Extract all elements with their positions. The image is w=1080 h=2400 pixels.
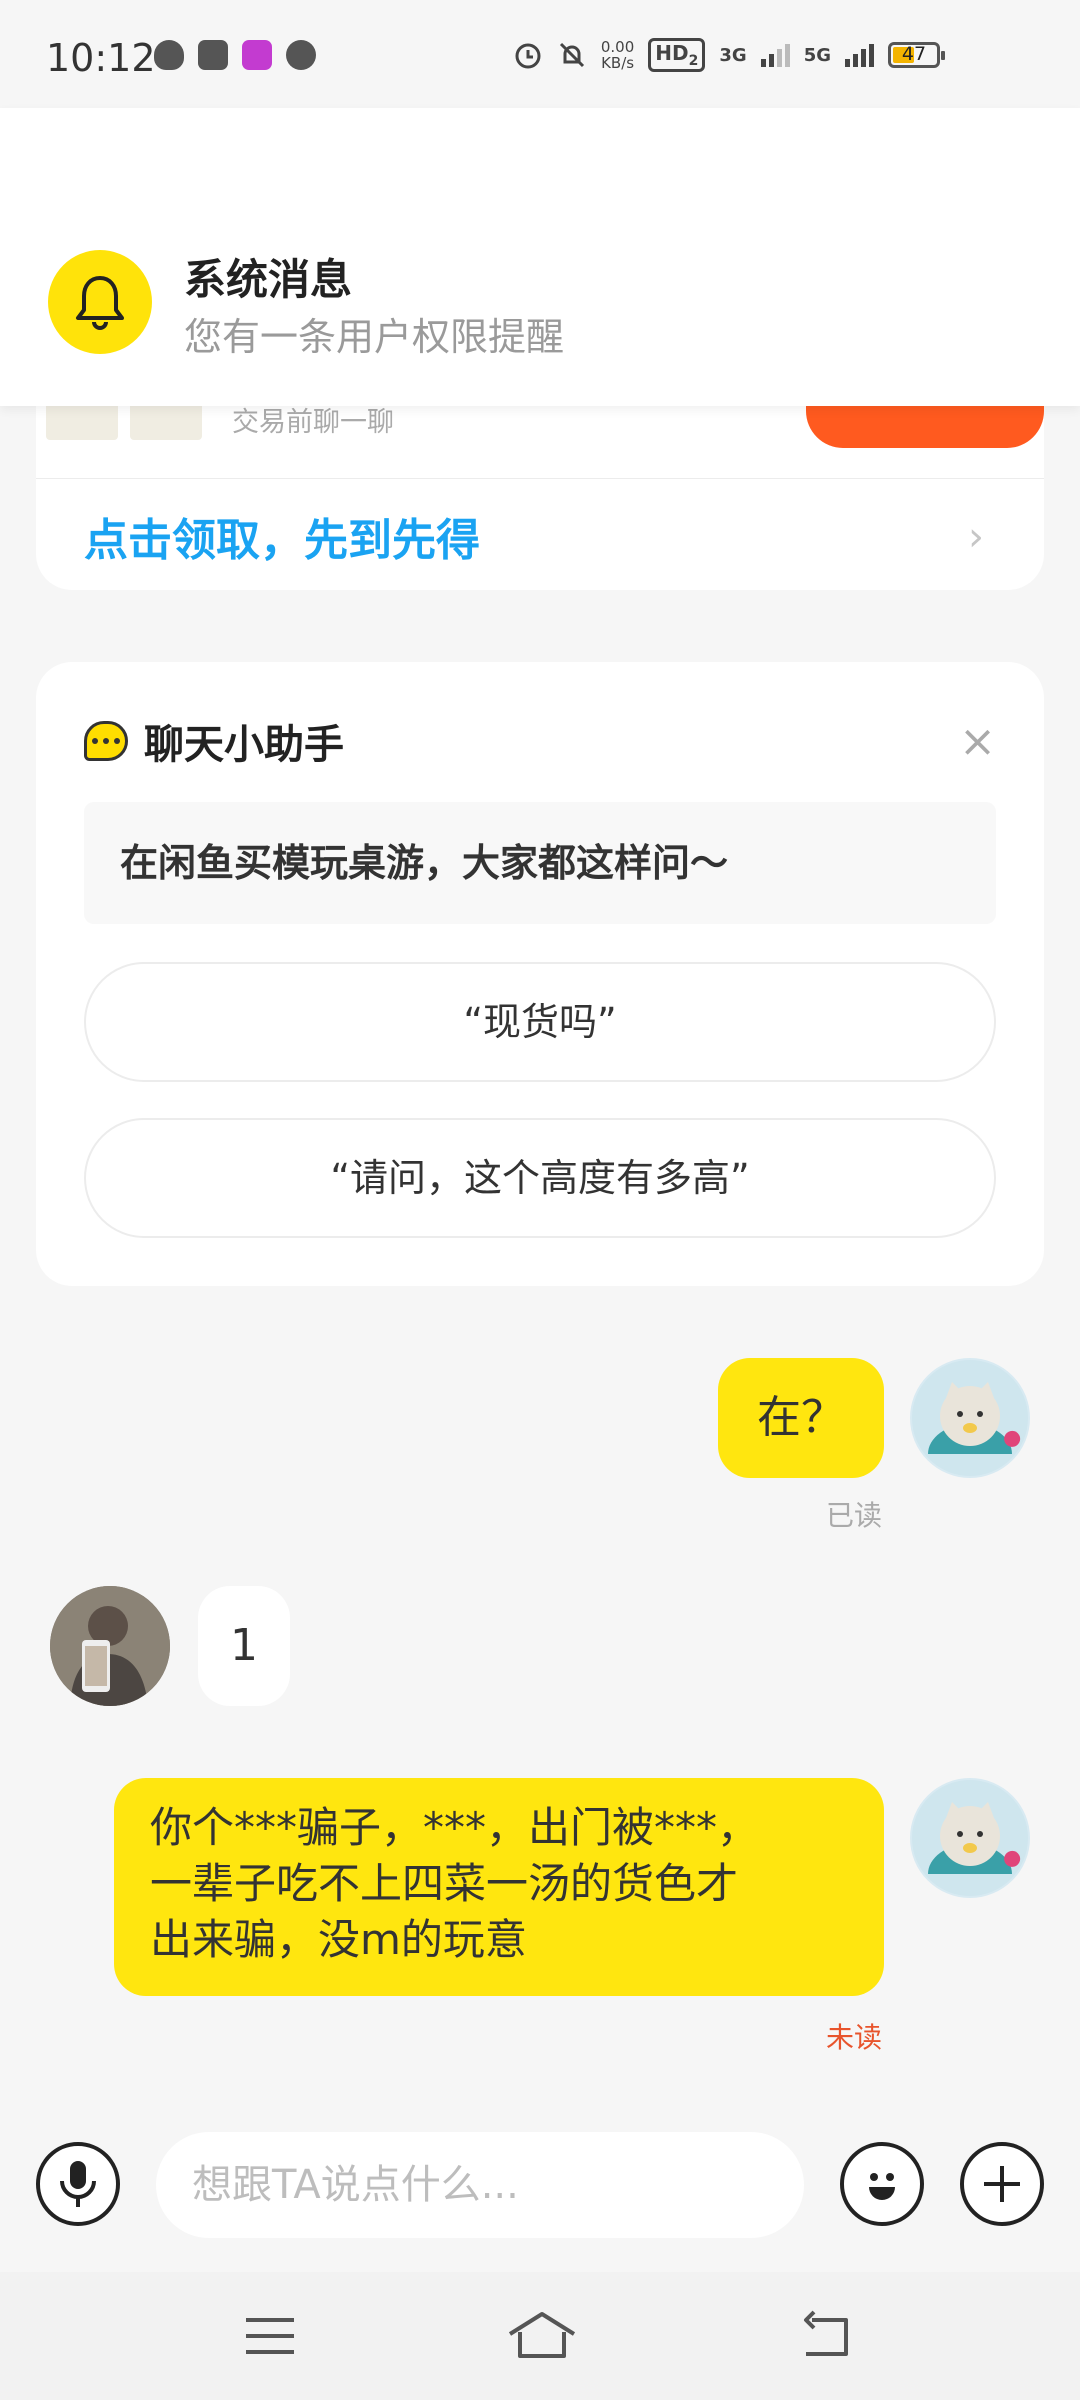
suggestion-chip[interactable]: “请问，这个高度有多高”: [84, 1118, 996, 1238]
status-time: 10:12: [46, 36, 156, 80]
suggestion-chip[interactable]: “现货吗”: [84, 962, 996, 1082]
chevron-right-icon[interactable]: ›: [968, 514, 984, 560]
chat-helper-card: 聊天小助手 × 在闲鱼买模玩桌游，大家都这样问～ “现货吗” “请问，这个高度有…: [36, 662, 1044, 1286]
chat-icon: [286, 40, 316, 70]
notification-icons: [154, 40, 316, 70]
chat-bubble-icon: [84, 721, 128, 761]
message-line: 一辈子吃不上四菜一汤的货色才: [150, 1859, 739, 1908]
message-line: 出来骗，没m的玩意: [150, 1915, 527, 1964]
home-icon[interactable]: [506, 2306, 578, 2366]
qq-icon: [154, 40, 184, 70]
message-line: 你个***骗子，***，出门被***，: [150, 1803, 760, 1852]
message-app-icon: [198, 40, 228, 70]
microphone-icon: [60, 2161, 96, 2207]
bell-icon: [48, 250, 152, 354]
avatar[interactable]: [910, 1778, 1030, 1898]
message-bubble-self[interactable]: 在？: [718, 1358, 884, 1478]
message-bubble-other[interactable]: 1: [198, 1586, 290, 1706]
user-avatar-icon: [50, 1586, 170, 1706]
cat-avatar-icon: [912, 1360, 1028, 1476]
menu-icon[interactable]: [240, 2306, 300, 2366]
signal-bars-1: [760, 43, 790, 67]
item-thumbnail[interactable]: [46, 400, 118, 440]
message-composer: 想跟TA说点什么...: [0, 2100, 1080, 2270]
emoji-button[interactable]: [840, 2142, 924, 2226]
battery-level: 47: [901, 43, 927, 65]
divider: [36, 478, 1044, 479]
emoji-icon: [869, 2173, 895, 2200]
game-app-icon: [242, 40, 272, 70]
close-icon[interactable]: ×: [959, 716, 996, 767]
helper-header: 聊天小助手: [84, 712, 344, 770]
hd-badge: HD2: [648, 38, 706, 72]
cat-avatar-icon: [912, 1780, 1028, 1896]
system-nav-bar: [0, 2272, 1080, 2400]
more-button[interactable]: [960, 2142, 1044, 2226]
net-speed-unit: KB/s: [601, 54, 635, 72]
alarm-icon: [515, 43, 541, 69]
message-bubble-self[interactable]: 你个***骗子，***，出门被***， 一辈子吃不上四菜一汤的货色才 出来骗，没…: [114, 1778, 884, 1996]
mute-bell-icon: [559, 42, 584, 68]
plus-icon: [984, 2166, 1020, 2202]
net-5g: 5G: [803, 44, 831, 66]
item-thumbnails: [46, 400, 202, 440]
unread-status: 未读: [826, 2021, 883, 2054]
back-icon[interactable]: [796, 2306, 856, 2366]
net-speed: 0.00 KB/s: [601, 39, 634, 71]
hd-sub: 2: [688, 53, 699, 69]
status-right: 0.00 KB/s HD2 3G 5G 47: [513, 38, 945, 72]
helper-prompt: 在闲鱼买模玩桌游，大家都这样问～: [84, 802, 996, 924]
avatar[interactable]: [50, 1586, 170, 1706]
helper-title: 聊天小助手: [144, 722, 344, 768]
coupon-link[interactable]: 点击领取，先到先得: [84, 504, 480, 568]
system-notification-banner[interactable]: 系统消息 您有一条用户权限提醒: [0, 108, 1080, 406]
notification-title: 系统消息: [184, 255, 353, 304]
avatar[interactable]: [910, 1358, 1030, 1478]
net-3g: 3G: [719, 44, 747, 66]
item-thumbnail[interactable]: [130, 400, 202, 440]
hd-label: HD: [655, 41, 689, 65]
battery-icon: 47: [888, 42, 945, 68]
signal-bars-2: [845, 43, 874, 67]
message-input[interactable]: 想跟TA说点什么...: [156, 2132, 804, 2238]
status-bar: 10:12 0.00 KB/s HD2 3G 5G 47: [0, 0, 1080, 108]
read-status: 已读: [826, 1499, 883, 1532]
voice-button[interactable]: [36, 2142, 120, 2226]
notification-subtitle: 您有一条用户权限提醒: [184, 315, 565, 359]
